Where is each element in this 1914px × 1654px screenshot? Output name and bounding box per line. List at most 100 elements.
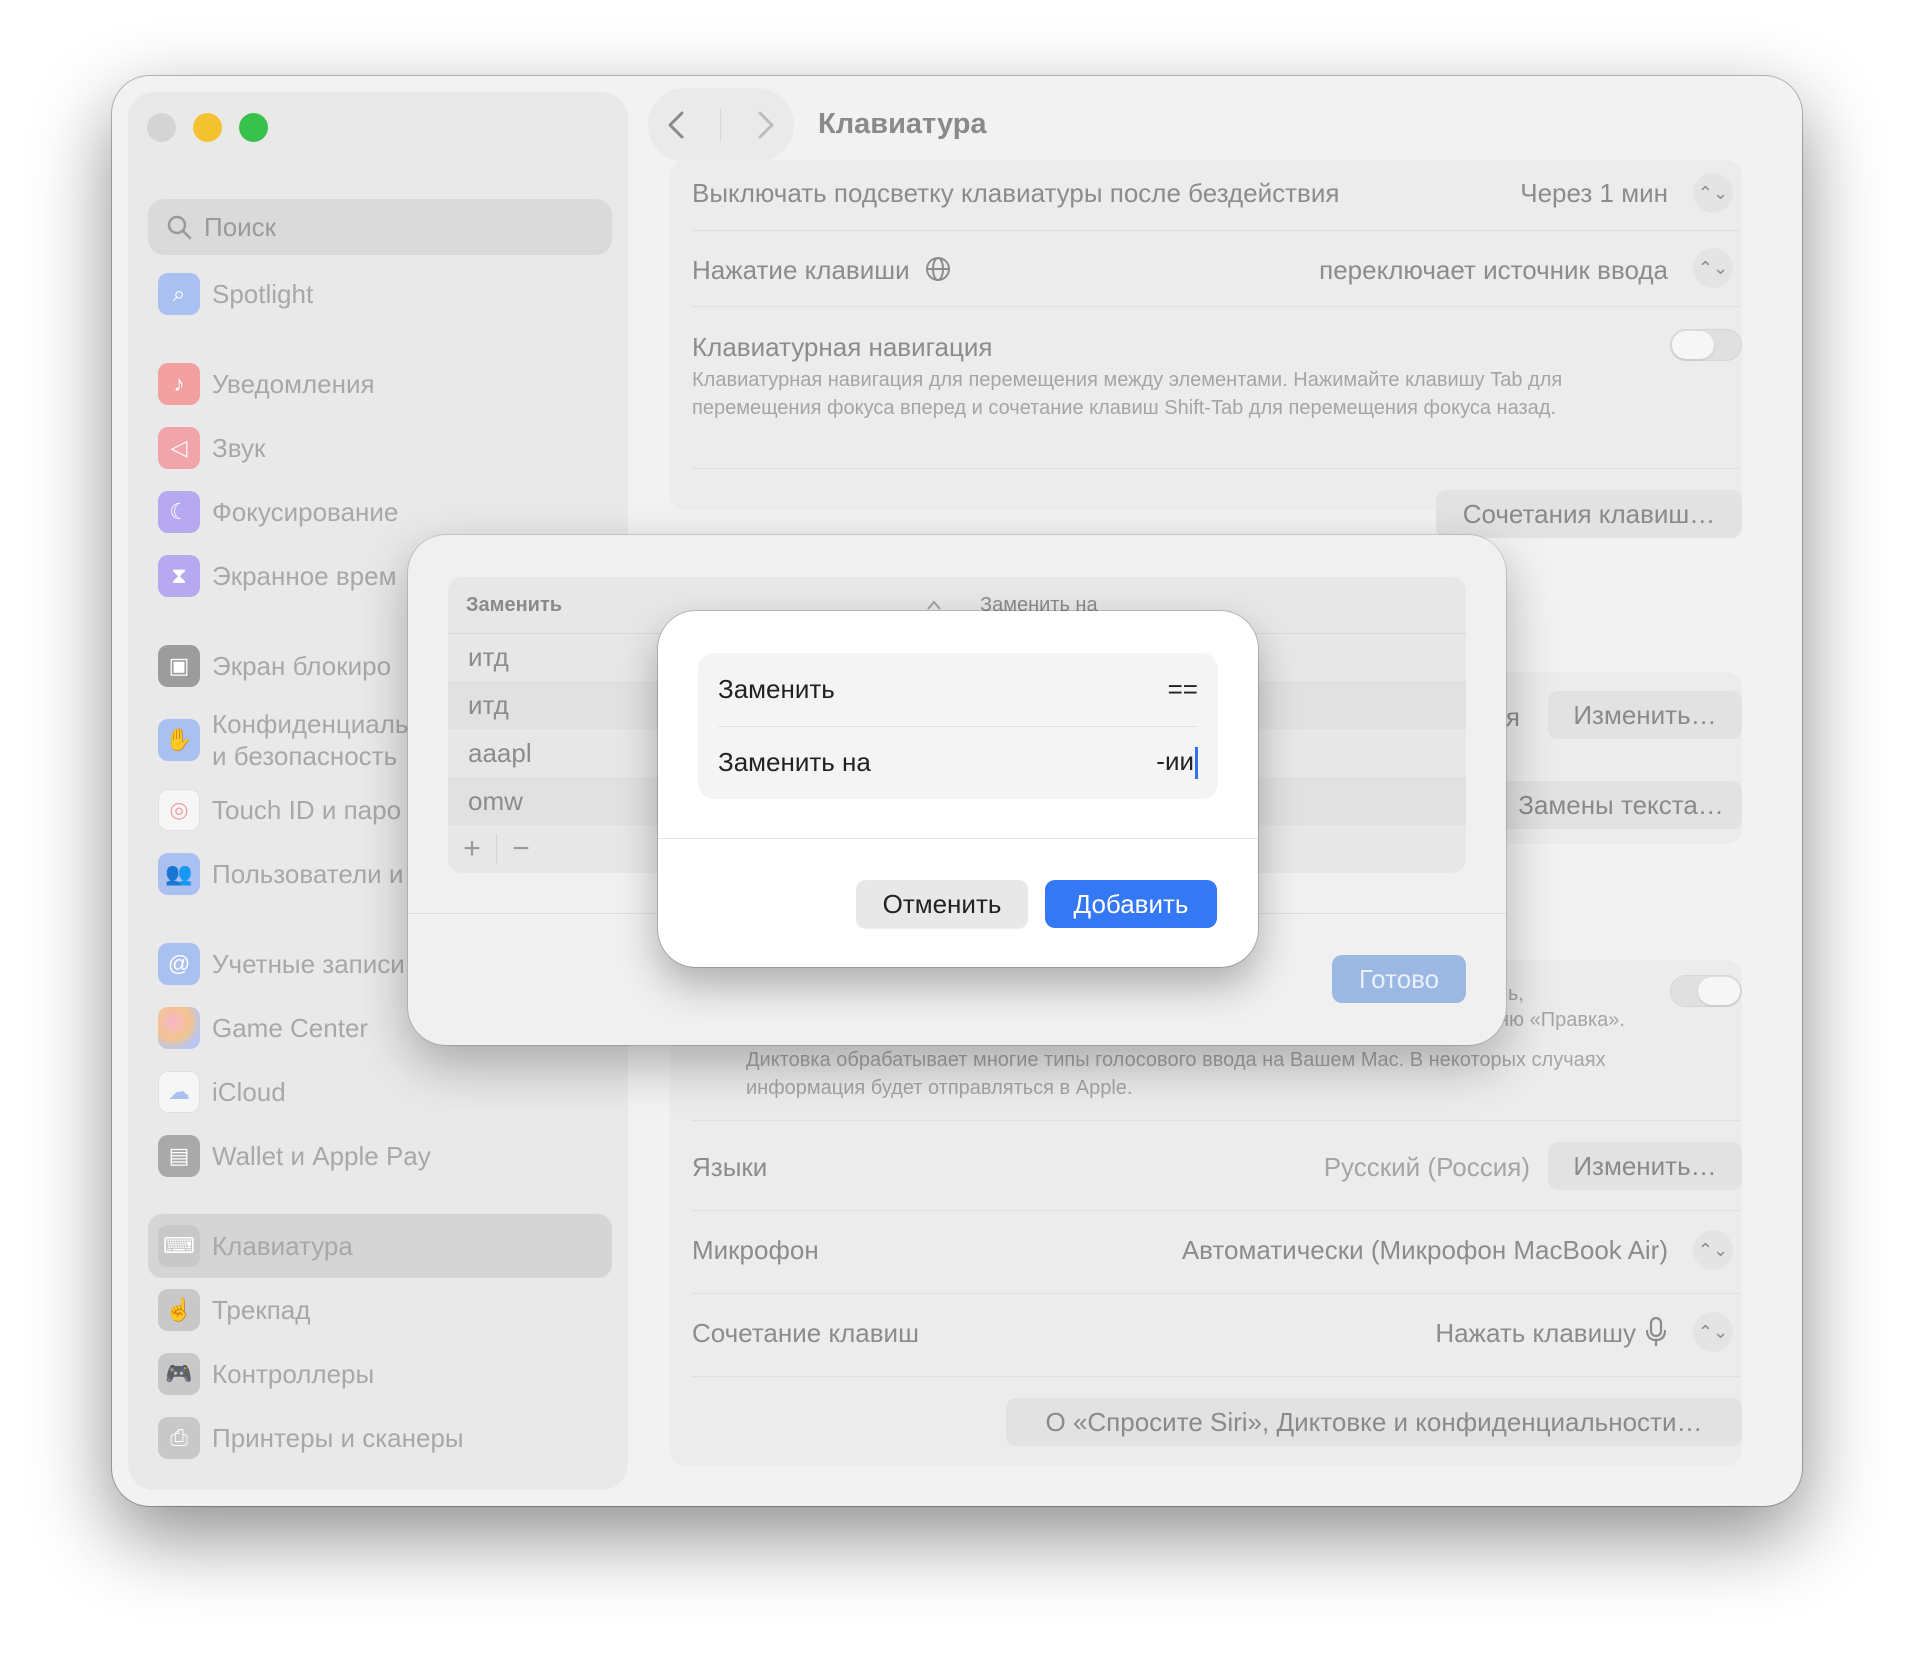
sidebar-item-privacy[interactable]: ✋ Конфиденциаль и безопасность <box>158 706 408 774</box>
column-header-replace[interactable]: Заменить <box>466 577 562 633</box>
sidebar-item-label: Уведомления <box>212 368 375 399</box>
replace-input[interactable]: == <box>1168 674 1198 705</box>
sidebar-item-label: Spotlight <box>212 278 314 309</box>
sidebar-item-wallet[interactable]: ▤ Wallet и Apple Pay <box>158 1134 431 1178</box>
sidebar-item-label: Пользователи и <box>212 858 404 889</box>
sidebar-item-screen-time[interactable]: ⧗ Экранное врем <box>158 554 396 598</box>
sort-ascending-icon <box>927 600 941 610</box>
shortcut-stepper[interactable]: ⌃⌄ <box>1693 1312 1733 1352</box>
globe-icon <box>925 256 951 289</box>
sidebar-item-notifications[interactable]: ♪ Уведомления <box>158 362 375 406</box>
replacement-form: Заменить == Заменить на -ии <box>698 653 1218 799</box>
cancel-button[interactable]: Отменить <box>856 880 1028 928</box>
search-input[interactable]: Поиск <box>148 199 612 255</box>
backlight-label: Выключать подсветку клавиатуры после без… <box>692 178 1340 208</box>
dictation-partial-2: ню «Правка». <box>1498 1009 1625 1031</box>
sidebar-item-label: Фокусирование <box>212 496 399 527</box>
sidebar-item-controllers[interactable]: 🎮 Контроллеры <box>158 1352 374 1396</box>
dictation-toggle[interactable] <box>1670 975 1742 1007</box>
with-label: Заменить на <box>718 747 871 777</box>
microphone-value[interactable]: Автоматически (Микрофон MacBook Air) <box>1100 1235 1668 1266</box>
dictation-partial-1: ь, <box>1508 983 1524 1005</box>
gamepad-icon: 🎮 <box>158 1353 200 1395</box>
hand-icon: ✋ <box>158 719 200 761</box>
input-sources-change-button[interactable]: Изменить… <box>1548 691 1742 739</box>
sidebar-item-touch-id[interactable]: ◎ Touch ID и паро <box>158 788 401 832</box>
back-arrow-icon[interactable] <box>664 109 688 141</box>
kbd-nav-description: Клавиатурная навигация для перемещения м… <box>692 369 1563 419</box>
sidebar-item-printers[interactable]: ⎙ Принтеры и сканеры <box>158 1416 464 1460</box>
sidebar-item-label: Учетные записи <box>212 948 405 979</box>
lock-icon: ▣ <box>158 645 200 687</box>
dictation-description: Диктовка обрабатывает многие типы голосо… <box>746 1049 1606 1099</box>
keyboard-shortcuts-button[interactable]: Сочетания клавиш… <box>1436 490 1742 538</box>
at-icon: @ <box>158 943 200 985</box>
sidebar-item-label: Game Center <box>212 1012 369 1043</box>
keyboard-icon: ⌨ <box>158 1225 200 1267</box>
done-button[interactable]: Готово <box>1332 955 1466 1003</box>
key-press-value[interactable]: переключает источник ввода <box>1200 255 1668 286</box>
replace-label: Заменить <box>718 674 835 704</box>
sidebar-item-label: Принтеры и сканеры <box>212 1422 464 1453</box>
text-replacements-button[interactable]: Замены текста… <box>1500 781 1742 829</box>
sidebar-item-lock-screen[interactable]: ▣ Экран блокиро <box>158 644 391 688</box>
with-row: Заменить на -ии <box>698 726 1218 799</box>
sidebar-item-keyboard[interactable]: ⌨ Клавиатура <box>158 1224 353 1268</box>
speaker-icon: ◁ <box>158 427 200 469</box>
backlight-stepper[interactable]: ⌃⌄ <box>1693 173 1733 213</box>
key-press-label-row: Нажатие клавиши <box>692 255 951 289</box>
sidebar-item-label: iCloud <box>212 1076 286 1107</box>
sidebar-item-focus[interactable]: ☾ Фокусирование <box>158 490 398 534</box>
microphone-icon <box>1645 1316 1667 1346</box>
fingerprint-icon: ◎ <box>158 789 200 831</box>
sidebar-item-label: Wallet и Apple Pay <box>212 1140 431 1171</box>
languages-value: Русский (Россия) <box>1323 1152 1530 1182</box>
shortcut-label: Сочетание клавиш <box>692 1318 919 1348</box>
kbd-nav-toggle[interactable] <box>1670 329 1742 361</box>
sidebar-item-trackpad[interactable]: ☝ Трекпад <box>158 1288 310 1332</box>
sidebar-item-users[interactable]: 👥 Пользователи и <box>158 852 403 896</box>
sidebar-item-accounts[interactable]: @ Учетные записи <box>158 942 405 986</box>
microphone-stepper[interactable]: ⌃⌄ <box>1693 1230 1733 1270</box>
languages-change-button[interactable]: Изменить… <box>1548 1142 1742 1190</box>
key-press-label: Нажатие клавиши <box>692 255 910 285</box>
add-button[interactable]: Добавить <box>1045 880 1217 928</box>
add-replacement-dialog: Заменить == Заменить на -ии Отменить Доб… <box>658 611 1258 967</box>
sidebar-item-label: Экранное врем <box>212 560 397 591</box>
remove-row-icon[interactable]: − <box>497 832 545 866</box>
forward-arrow-icon[interactable] <box>754 109 778 141</box>
page-title: Клавиатура <box>818 108 987 140</box>
sidebar-item-label: Трекпад <box>212 1294 311 1325</box>
add-row-icon[interactable]: + <box>448 832 496 866</box>
search-placeholder: Поиск <box>204 211 277 242</box>
minimize-window-button[interactable] <box>193 113 222 142</box>
trackpad-icon: ☝ <box>158 1289 200 1331</box>
hourglass-icon: ⧗ <box>158 555 200 597</box>
sidebar-item-sound[interactable]: ◁ Звук <box>158 426 265 470</box>
game-center-icon <box>158 1007 200 1049</box>
moon-icon: ☾ <box>158 491 200 533</box>
sidebar-item-spotlight[interactable]: ⌕ Spotlight <box>158 272 313 316</box>
sidebar-item-label: Контроллеры <box>212 1358 375 1389</box>
replace-row: Заменить == <box>698 653 1218 726</box>
sidebar-item-label: Звук <box>212 432 266 463</box>
with-input-wrap[interactable]: -ии <box>1156 746 1198 780</box>
siri-privacy-button[interactable]: О «Спросите Siri», Диктовке и конфиденци… <box>1006 1398 1742 1446</box>
microphone-label: Микрофон <box>692 1235 819 1265</box>
sidebar-item-label: Конфиденциаль <box>212 709 409 739</box>
bell-icon: ♪ <box>158 363 200 405</box>
maximize-window-button[interactable] <box>239 113 268 142</box>
sidebar-item-game-center[interactable]: Game Center <box>158 1006 368 1050</box>
sidebar-item-icloud[interactable]: ☁ iCloud <box>158 1070 286 1114</box>
sidebar-item-label: Экран блокиро <box>212 650 392 681</box>
backlight-value[interactable]: Через 1 мин <box>1400 178 1668 209</box>
sidebar-item-label: Клавиатура <box>212 1230 353 1261</box>
search-icon <box>167 215 192 240</box>
key-press-stepper[interactable]: ⌃⌄ <box>1693 248 1733 288</box>
kbd-nav-label: Клавиатурная навигация <box>692 332 993 362</box>
close-window-button[interactable] <box>147 113 176 142</box>
text-cursor <box>1195 747 1198 780</box>
printer-icon: ⎙ <box>158 1417 200 1459</box>
with-input[interactable]: -ии <box>1156 746 1194 776</box>
shortcut-value[interactable]: Нажать клавишу <box>1300 1318 1636 1349</box>
